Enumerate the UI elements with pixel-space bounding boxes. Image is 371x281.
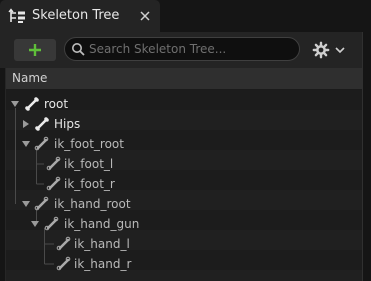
tree-row-label: ik_hand_root: [54, 197, 131, 211]
search-input[interactable]: [89, 40, 289, 58]
column-header[interactable]: Name: [6, 68, 362, 90]
tree-row-label: ik_foot_r: [64, 177, 115, 191]
collapse-arrow-icon[interactable]: [22, 120, 30, 128]
close-icon[interactable]: [140, 11, 150, 21]
search-box[interactable]: [64, 37, 300, 61]
tree-row-ik-hand-root[interactable]: ik_hand_root: [6, 194, 362, 214]
tree-row-label: Hips: [54, 117, 81, 131]
search-icon: [72, 43, 85, 56]
gear-icon: [312, 41, 330, 59]
tab-bar: Skeleton Tree: [0, 0, 371, 32]
skeleton-tree-view[interactable]: root Hips ik_foot_root ik_foot_l ik_foot…: [6, 90, 362, 281]
bone-icon: [56, 256, 71, 271]
add-button[interactable]: [14, 39, 56, 61]
expand-arrow-icon[interactable]: [31, 220, 39, 228]
bone-icon: [46, 176, 61, 191]
bone-icon: [56, 236, 71, 251]
tree-row-ik-foot-root[interactable]: ik_foot_root: [6, 134, 362, 154]
chevron-down-icon: [335, 47, 345, 54]
column-header-name: Name: [12, 71, 48, 85]
bone-icon: [44, 216, 59, 231]
tab-skeleton-tree[interactable]: Skeleton Tree: [0, 0, 160, 32]
tree-row-label: ik_hand_r: [74, 257, 132, 271]
settings-button[interactable]: [312, 40, 348, 60]
tree-row-ik-foot-l[interactable]: ik_foot_l: [6, 154, 362, 174]
tree-row-label: ik_foot_l: [64, 157, 114, 171]
tree-row-label: ik_hand_gun: [64, 217, 140, 231]
tree-row-ik-hand-l[interactable]: ik_hand_l: [6, 234, 362, 254]
plus-icon: [29, 44, 41, 56]
tree-row-ik-hand-r[interactable]: ik_hand_r: [6, 254, 362, 274]
bone-icon: [25, 97, 39, 111]
bone-icon: [34, 196, 49, 211]
panel-border-right: [362, 32, 363, 281]
bone-icon: [46, 156, 61, 171]
expand-arrow-icon[interactable]: [22, 200, 30, 208]
tree-row-label: root: [44, 97, 69, 111]
tree-row-hips[interactable]: Hips: [6, 114, 362, 134]
tree-row-label: ik_foot_root: [54, 137, 124, 151]
toolbar: [0, 32, 362, 68]
tree-row-ik-foot-r[interactable]: ik_foot_r: [6, 174, 362, 194]
skeleton-tree-icon: [8, 8, 25, 23]
tree-row-ik-hand-gun[interactable]: ik_hand_gun: [6, 214, 362, 234]
bone-icon: [35, 117, 49, 131]
bone-icon: [34, 136, 49, 151]
expand-arrow-icon[interactable]: [22, 140, 30, 148]
tab-title: Skeleton Tree: [32, 8, 120, 23]
tree-row-root[interactable]: root: [6, 94, 362, 114]
skeleton-tree-panel: Skeleton Tree Search Skeleton Tree... Na…: [0, 0, 371, 281]
tree-row-label: ik_hand_l: [74, 237, 130, 251]
expand-arrow-icon[interactable]: [11, 100, 19, 108]
